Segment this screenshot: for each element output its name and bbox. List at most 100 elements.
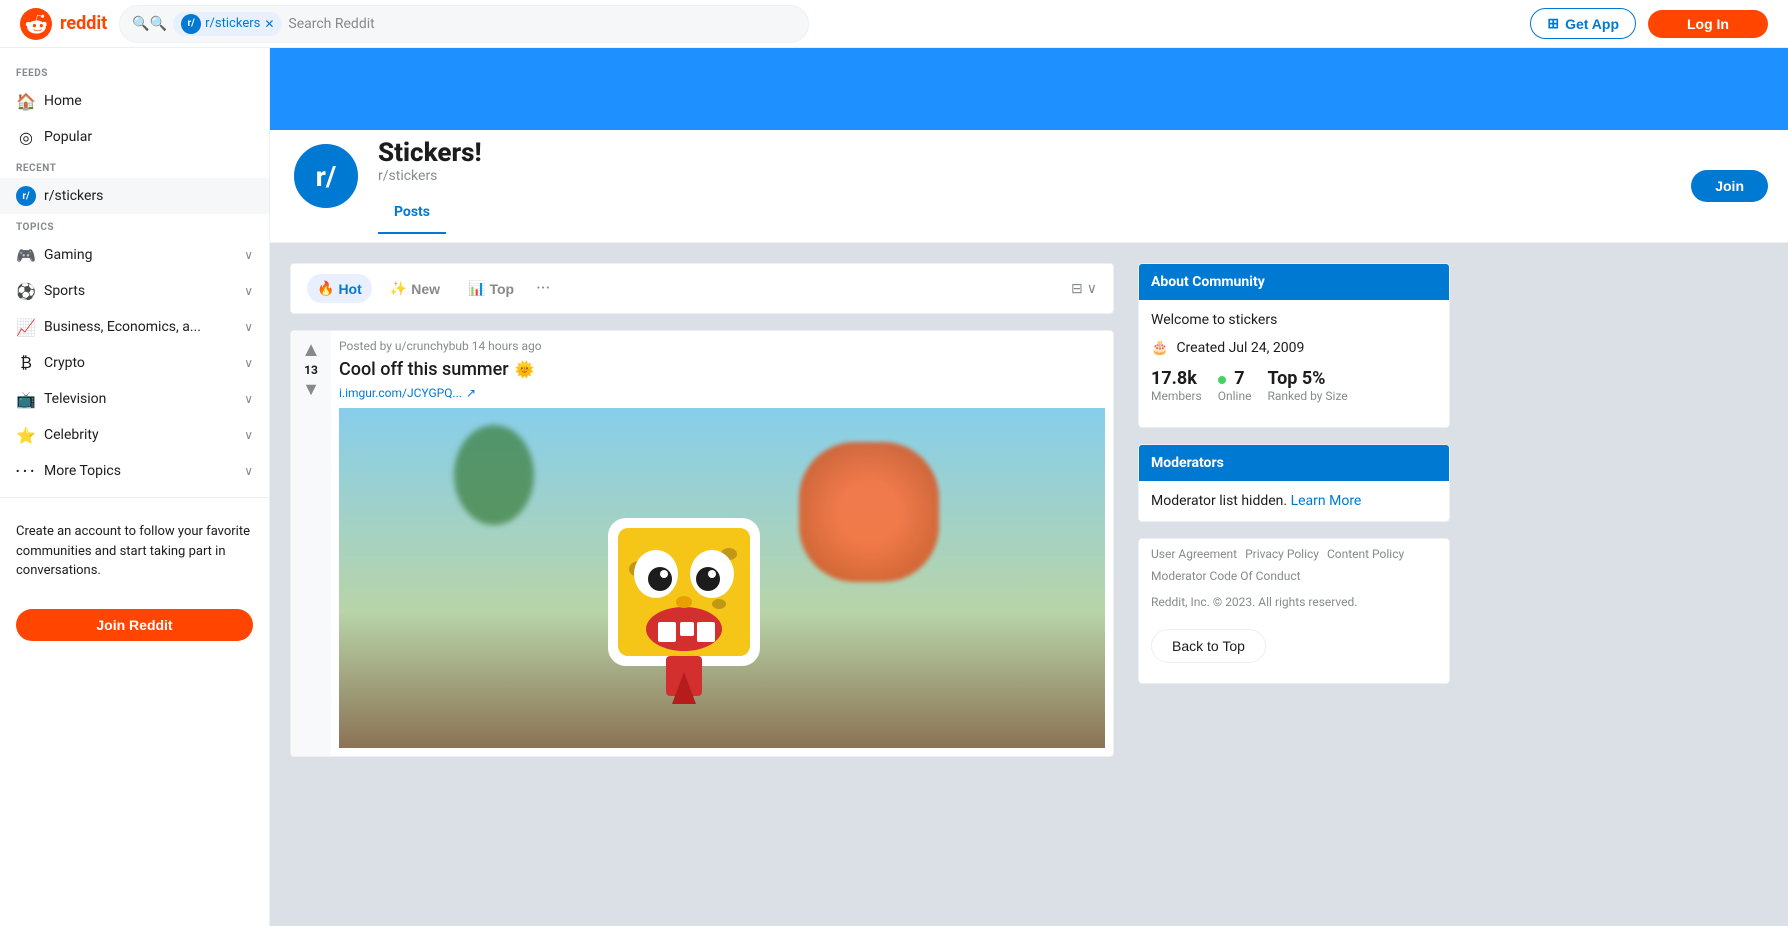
post-card-inner: ▲ 13 ▼ Posted by u/crunchybub 14 hours a… bbox=[291, 331, 1113, 756]
members-stat: 17.8k Members bbox=[1151, 368, 1202, 403]
search-tag-label: r/stickers bbox=[205, 16, 260, 31]
created-date: Created Jul 24, 2009 bbox=[1176, 340, 1304, 356]
sidebar: FEEDS 🏠 Home ◎ Popular RECENT r/ r/stick… bbox=[0, 48, 270, 926]
post-time: 14 hours ago bbox=[472, 339, 542, 353]
moderators-card: Moderators Moderator list hidden. Learn … bbox=[1138, 444, 1450, 522]
sidebar-home-label: Home bbox=[44, 93, 253, 109]
learn-more-link[interactable]: Learn More bbox=[1291, 493, 1362, 509]
rank-label: Ranked by Size bbox=[1267, 389, 1347, 403]
online-dot bbox=[1218, 376, 1226, 384]
downvote-button[interactable]: ▼ bbox=[302, 381, 320, 399]
sort-top-button[interactable]: 📊 Top bbox=[458, 274, 524, 303]
sidebar-item-more-topics[interactable]: ··· More Topics ∨ bbox=[0, 453, 269, 489]
hot-icon: 🔥 bbox=[317, 280, 334, 297]
subreddit-name: Stickers! bbox=[378, 138, 1675, 168]
business-icon: 📈 bbox=[16, 317, 36, 337]
about-welcome: Welcome to stickers bbox=[1151, 312, 1437, 328]
sidebar-business-label: Business, Economics, a... bbox=[44, 319, 236, 335]
topics-label: TOPICS bbox=[0, 214, 269, 237]
join-reddit-button[interactable]: Join Reddit bbox=[16, 609, 253, 641]
content-policy-link[interactable]: Content Policy bbox=[1327, 547, 1404, 561]
sort-hot-button[interactable]: 🔥 Hot bbox=[307, 274, 372, 303]
sidebar-item-celebrity[interactable]: ⭐ Celebrity ∨ bbox=[0, 417, 269, 453]
get-app-button[interactable]: ⊞ Get App bbox=[1530, 8, 1636, 39]
popular-icon: ◎ bbox=[16, 127, 36, 147]
main-content: r/ Stickers! r/stickers Posts Join 🔥 Hot… bbox=[270, 0, 1788, 789]
avatar-text: r/ bbox=[316, 160, 337, 193]
sidebar-item-crypto[interactable]: ₿ Crypto ∨ bbox=[0, 345, 269, 381]
online-stat: 7 Online bbox=[1218, 368, 1252, 403]
sort-new-button[interactable]: ✨ New bbox=[380, 274, 450, 303]
more-topics-icon: ··· bbox=[16, 461, 36, 481]
privacy-policy-link[interactable]: Privacy Policy bbox=[1245, 547, 1319, 561]
sidebar-item-business[interactable]: 📈 Business, Economics, a... ∨ bbox=[0, 309, 269, 345]
gaming-chevron-icon: ∨ bbox=[244, 248, 253, 262]
subreddit-slug: r/stickers bbox=[378, 168, 1675, 184]
subreddit-header: r/ Stickers! r/stickers Posts Join bbox=[270, 130, 1788, 243]
header: reddit 🔍 r/ r/stickers ✕ Search Reddit ⊞… bbox=[0, 0, 1788, 48]
sidebar-item-stickers[interactable]: r/ r/stickers bbox=[0, 178, 269, 214]
celebrity-chevron-icon: ∨ bbox=[244, 428, 253, 442]
search-bar[interactable]: 🔍 r/ r/stickers ✕ Search Reddit bbox=[119, 5, 809, 43]
sports-icon: ⚽ bbox=[16, 281, 36, 301]
rank-stat: Top 5% Ranked by Size bbox=[1267, 368, 1347, 403]
feeds-label: FEEDS bbox=[0, 60, 269, 83]
cake-icon: 🎂 bbox=[1151, 340, 1168, 356]
sidebar-item-popular[interactable]: ◎ Popular bbox=[0, 119, 269, 155]
post-title-emoji: 🌞 bbox=[515, 360, 535, 379]
crypto-icon: ₿ bbox=[16, 353, 36, 373]
sidebar-item-sports[interactable]: ⚽ Sports ∨ bbox=[0, 273, 269, 309]
sidebar-item-television[interactable]: 📺 Television ∨ bbox=[0, 381, 269, 417]
moderators-body: Moderator list hidden. Learn More bbox=[1139, 481, 1449, 521]
post-card: ▲ 13 ▼ Posted by u/crunchybub 14 hours a… bbox=[290, 330, 1114, 757]
moderator-code-link[interactable]: Moderator Code Of Conduct bbox=[1151, 569, 1301, 583]
post-link[interactable]: i.imgur.com/JCYGPQ... ↗ bbox=[339, 386, 1105, 400]
sidebar-divider bbox=[0, 497, 269, 498]
post-title-text: Cool off this summer bbox=[339, 359, 509, 380]
back-to-top-button[interactable]: Back to Top bbox=[1151, 629, 1266, 663]
spongebob-sticker bbox=[604, 514, 764, 714]
search-placeholder: Search Reddit bbox=[288, 16, 374, 32]
business-chevron-icon: ∨ bbox=[244, 320, 253, 334]
new-icon: ✨ bbox=[390, 280, 407, 297]
login-button[interactable]: Log In bbox=[1648, 10, 1768, 38]
sidebar-television-label: Television bbox=[44, 391, 236, 407]
top-label: Top bbox=[489, 281, 514, 297]
sidebar-item-home[interactable]: 🏠 Home bbox=[0, 83, 269, 119]
post-content: Posted by u/crunchybub 14 hours ago Cool… bbox=[331, 331, 1113, 756]
footer-links-card: User Agreement Privacy Policy Content Po… bbox=[1138, 538, 1450, 684]
subreddit-nav: Posts bbox=[378, 192, 1675, 234]
sidebar-item-gaming[interactable]: 🎮 Gaming ∨ bbox=[0, 237, 269, 273]
subreddit-nav-posts[interactable]: Posts bbox=[378, 192, 446, 234]
subreddit-join-button[interactable]: Join bbox=[1691, 170, 1768, 202]
user-agreement-link[interactable]: User Agreement bbox=[1151, 547, 1237, 561]
sort-more-button[interactable]: ··· bbox=[536, 278, 550, 299]
search-tag[interactable]: r/ r/stickers ✕ bbox=[173, 12, 282, 36]
sidebar-crypto-label: Crypto bbox=[44, 355, 236, 371]
qr-icon: ⊞ bbox=[1547, 15, 1559, 32]
get-app-label: Get App bbox=[1565, 16, 1619, 32]
header-right: ⊞ Get App Log In bbox=[1530, 8, 1768, 39]
bg-plant bbox=[454, 425, 534, 525]
sidebar-celebrity-label: Celebrity bbox=[44, 427, 236, 443]
members-label: Members bbox=[1151, 389, 1202, 403]
new-label: New bbox=[411, 281, 440, 297]
logo-text: reddit bbox=[60, 13, 107, 34]
television-chevron-icon: ∨ bbox=[244, 392, 253, 406]
sidebar-cta: Create an account to follow your favorit… bbox=[0, 506, 269, 597]
post-title[interactable]: Cool off this summer 🌞 bbox=[339, 359, 1105, 380]
post-link-text: i.imgur.com/JCYGPQ... bbox=[339, 386, 462, 400]
post-image bbox=[339, 408, 1105, 748]
view-toggle[interactable]: ⊟ ∨ bbox=[1071, 281, 1097, 297]
more-topics-chevron-icon: ∨ bbox=[244, 464, 253, 478]
gaming-icon: 🎮 bbox=[16, 245, 36, 265]
content-area: 🔥 Hot ✨ New 📊 Top ··· ⊟ ∨ bbox=[270, 243, 1470, 789]
logo[interactable]: reddit bbox=[20, 8, 107, 40]
moderators-header: Moderators bbox=[1139, 445, 1449, 481]
about-community-card: About Community Welcome to stickers 🎂 Cr… bbox=[1138, 263, 1450, 428]
search-tag-close[interactable]: ✕ bbox=[264, 17, 274, 31]
online-count: 7 bbox=[1218, 368, 1252, 389]
upvote-button[interactable]: ▲ bbox=[301, 339, 321, 359]
recent-label: RECENT bbox=[0, 155, 269, 178]
vote-column: ▲ 13 ▼ bbox=[291, 331, 331, 756]
